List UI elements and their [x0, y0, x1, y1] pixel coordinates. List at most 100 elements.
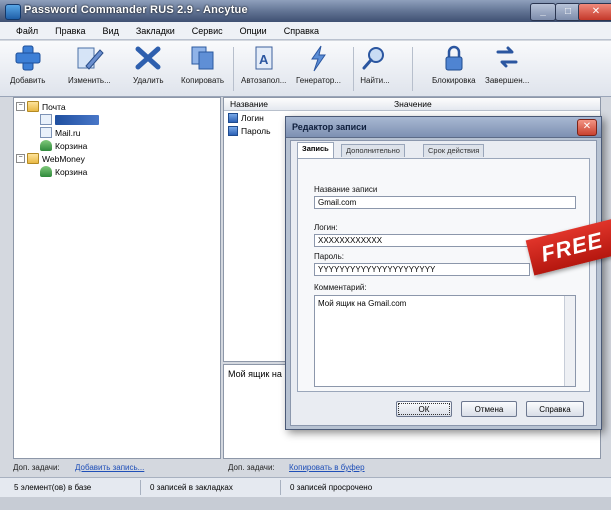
comment-text: Мой ящик на Gmail.com	[318, 299, 407, 308]
menu-view[interactable]: Вид	[103, 26, 119, 36]
list-item-label: Логин	[241, 113, 264, 123]
toolbar-separator	[233, 47, 234, 91]
list-item[interactable]: Пароль	[228, 126, 271, 136]
status-separator	[280, 480, 281, 495]
toolbar-separator	[353, 47, 354, 91]
field-icon	[228, 126, 238, 136]
tree-item-mailru[interactable]: Mail.ru	[40, 126, 81, 139]
copy-label: Копировать	[181, 76, 225, 85]
bottom-strip	[0, 497, 611, 510]
status-bookmarks: 0 записей в закладках	[150, 483, 233, 492]
minimize-button[interactable]: _	[530, 3, 556, 21]
copy-icon	[191, 46, 214, 70]
dialog-title-bar[interactable]: Редактор записи ✕	[286, 117, 601, 138]
help-button[interactable]: Справка	[526, 401, 584, 417]
dialog-close-button[interactable]: ✕	[577, 119, 597, 136]
toolbar-separator	[412, 47, 413, 91]
column-header-value[interactable]: Значение	[394, 99, 432, 109]
exit-icon	[496, 46, 518, 68]
menu-bar: Файл Правка Вид Закладки Сервис Опции Сп…	[0, 22, 611, 40]
tree-item-trash[interactable]: Корзина	[40, 139, 87, 152]
lock-label: Блокировка	[432, 76, 476, 85]
tab-expiry[interactable]: Срок действия	[423, 144, 485, 157]
autofill-button[interactable]: A Автозапол...	[241, 44, 286, 85]
menu-options[interactable]: Опции	[240, 26, 267, 36]
menu-service[interactable]: Сервис	[192, 26, 223, 36]
close-window-button[interactable]: ✕	[578, 3, 611, 21]
cancel-button[interactable]: Отмена	[461, 401, 517, 417]
dialog-title: Редактор записи	[292, 122, 367, 132]
list-item-label: Пароль	[241, 126, 271, 136]
column-header-name[interactable]: Название	[230, 99, 268, 109]
copy-to-clipboard-link[interactable]: Копировать в буфер	[289, 463, 365, 472]
tab-record[interactable]: Запись	[297, 142, 334, 158]
tree-item-label: Корзина	[55, 140, 88, 151]
preview-text: Мой ящик на	[228, 369, 282, 379]
add-record-link[interactable]: Добавить запись...	[75, 463, 144, 472]
edit-label: Изменить...	[68, 76, 111, 85]
status-expired: 0 записей просрочено	[290, 483, 373, 492]
tab-panel: Название записи Gmail.com Логин: XXXXXXX…	[297, 158, 590, 392]
generator-button[interactable]: Генератор...	[296, 44, 341, 85]
ok-button[interactable]: ОК	[396, 401, 452, 417]
trash-icon	[40, 140, 52, 151]
app-icon	[5, 4, 21, 20]
search-label: Найти...	[360, 76, 390, 85]
delete-button[interactable]: Удалить	[133, 44, 164, 85]
delete-label: Удалить	[133, 76, 164, 85]
folder-icon	[27, 101, 39, 112]
exit-label: Завершен...	[485, 76, 530, 85]
field-icon	[228, 113, 238, 123]
tree-item-label: Корзина	[55, 166, 88, 177]
add-record-icon	[15, 45, 41, 71]
autofill-label: Автозапол...	[241, 76, 287, 85]
autofill-icon: A	[255, 46, 273, 70]
login-label: Логин:	[314, 223, 338, 232]
tree-item-selected[interactable]	[40, 113, 99, 126]
selected-item-highlight	[55, 114, 99, 125]
lock-icon	[445, 45, 463, 71]
lock-button[interactable]: Блокировка	[432, 44, 476, 85]
generator-label: Генератор...	[296, 76, 341, 85]
add-button[interactable]: Добавить	[10, 44, 45, 85]
comment-label: Комментарий:	[314, 283, 367, 292]
tree-item-label: Mail.ru	[55, 127, 81, 138]
tab-additional[interactable]: Дополнительно	[341, 144, 405, 157]
exit-button[interactable]: Завершен...	[485, 44, 529, 85]
edit-icon	[77, 47, 105, 70]
collapse-toggle[interactable]: −	[16, 154, 25, 163]
list-item[interactable]: Логин	[228, 113, 264, 123]
comment-textarea[interactable]: Мой ящик на Gmail.com	[314, 295, 576, 387]
record-name-label: Название записи	[314, 185, 378, 194]
password-input[interactable]: YYYYYYYYYYYYYYYYYYYYYY	[314, 263, 530, 276]
tree-item-trash[interactable]: Корзина	[40, 165, 87, 178]
tree-node-mail[interactable]: − Почта	[16, 100, 66, 113]
folder-tree[interactable]: − Почта Mail.ru Корзина − WebMoney Корзи…	[13, 97, 221, 459]
status-separator	[140, 480, 141, 495]
record-editor-dialog: Редактор записи ✕ Запись Дополнительно С…	[285, 116, 602, 430]
record-name-input[interactable]: Gmail.com	[314, 196, 576, 209]
menu-bookmarks[interactable]: Закладки	[136, 26, 175, 36]
copy-button[interactable]: Копировать	[181, 44, 224, 85]
dialog-body: Запись Дополнительно Срок действия Назва…	[290, 140, 597, 426]
list-header: Название Значение	[224, 98, 600, 111]
collapse-toggle[interactable]: −	[16, 102, 25, 111]
search-icon	[362, 47, 384, 70]
record-icon	[40, 114, 52, 125]
title-bar: Password Commander RUS 2.9 - Ancytue _ □…	[0, 0, 611, 22]
menu-help[interactable]: Справка	[284, 26, 319, 36]
status-bar: 5 элемент(ов) в базе 0 записей в закладк…	[0, 477, 611, 498]
status-element-count: 5 элемент(ов) в базе	[14, 483, 92, 492]
tree-node-label: WebMoney	[42, 153, 85, 164]
menu-file[interactable]: Файл	[16, 26, 38, 36]
tasks-bar: Доп. задачи: Добавить запись... Доп. зад…	[13, 460, 601, 476]
menu-edit[interactable]: Правка	[55, 26, 85, 36]
add-label: Добавить	[10, 76, 46, 85]
search-button[interactable]: Найти...	[360, 44, 390, 85]
record-icon	[40, 127, 52, 138]
tasks-label: Доп. задачи:	[228, 463, 275, 472]
comment-scrollbar[interactable]	[564, 296, 575, 386]
delete-icon	[135, 46, 161, 70]
edit-button[interactable]: Изменить...	[68, 44, 111, 85]
tree-node-webmoney[interactable]: − WebMoney	[16, 152, 85, 165]
